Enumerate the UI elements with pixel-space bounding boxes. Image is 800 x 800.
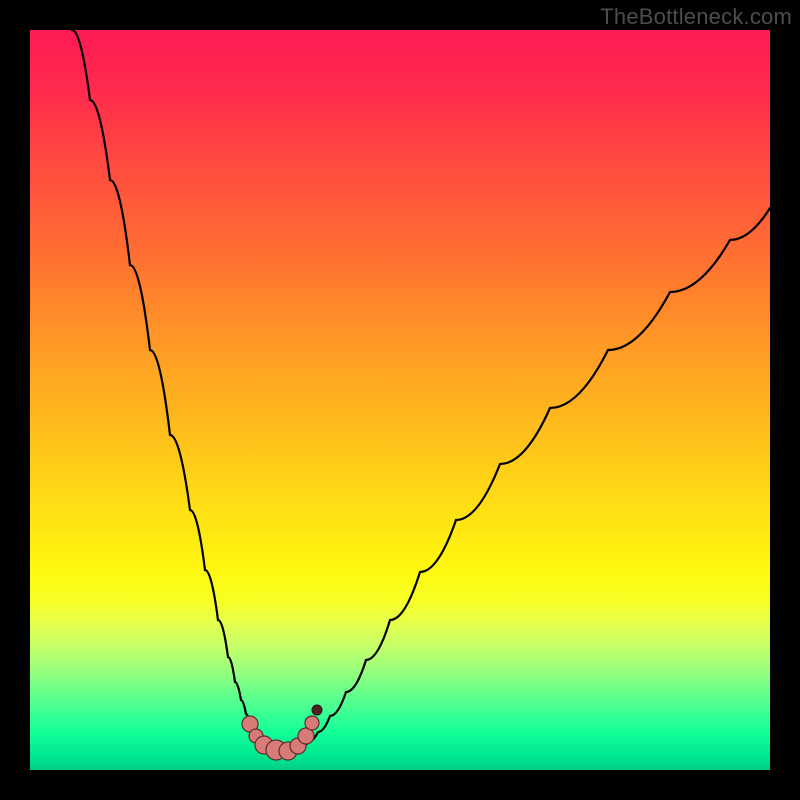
data-marker-7	[305, 716, 319, 730]
chart-svg	[30, 30, 770, 770]
data-marker-8	[312, 705, 322, 715]
left-curve	[72, 30, 266, 744]
right-curve	[308, 208, 770, 742]
outer-frame: TheBottleneck.com	[0, 0, 800, 800]
marker-group	[242, 705, 322, 760]
plot-area	[30, 30, 770, 770]
watermark-text: TheBottleneck.com	[600, 4, 792, 30]
